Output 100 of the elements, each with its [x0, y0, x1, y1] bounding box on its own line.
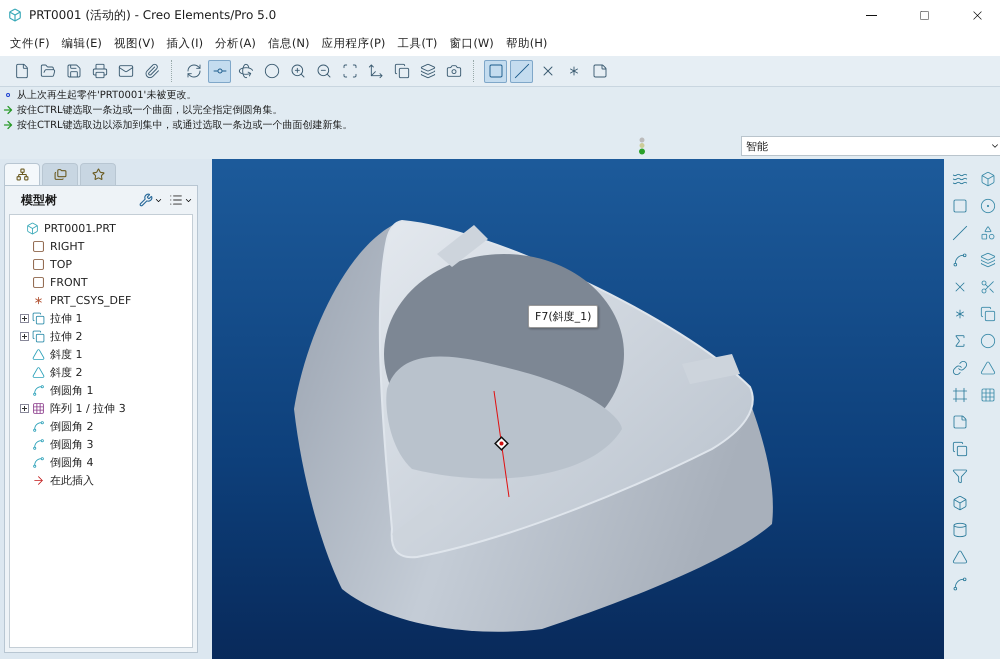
menu-item[interactable]: 帮助(H) — [500, 34, 554, 52]
axes-icon — [368, 63, 384, 79]
round-icon — [32, 456, 45, 468]
sphere-button[interactable] — [978, 331, 998, 351]
tree-item[interactable]: 拉伸 2 — [48, 328, 84, 344]
draft-icon — [952, 549, 968, 565]
menu-item[interactable]: 视图(V) — [108, 34, 161, 52]
pages-icon — [394, 63, 410, 79]
arrow-icon — [32, 474, 45, 486]
round-icon — [32, 384, 45, 396]
plane-display-button[interactable] — [484, 60, 507, 82]
draft-icon — [32, 348, 45, 360]
axis-display-button[interactable] — [510, 60, 533, 82]
funnel-icon — [952, 468, 968, 484]
plane-icon — [32, 276, 45, 288]
spline-icon — [952, 252, 968, 268]
sphere-icon — [264, 63, 280, 79]
arrow-icon — [2, 119, 14, 131]
panel-tab[interactable] — [42, 163, 78, 185]
paperclip-icon — [144, 63, 160, 79]
plane-icon — [488, 63, 504, 79]
round-icon — [32, 438, 45, 450]
folders-icon — [54, 168, 66, 181]
menu-item[interactable]: 编辑(E) — [56, 34, 108, 52]
expand-toggle[interactable] — [20, 404, 29, 412]
round-icon — [32, 420, 45, 432]
axis-icon — [952, 225, 968, 241]
axis-icon — [514, 63, 530, 79]
list-icon — [169, 193, 183, 207]
message-text: 按住CTRL键选取边以添加到集中，或通过选取一条边或一个曲面创建新集。 — [17, 118, 353, 132]
menu-item[interactable]: 工具(T) — [391, 34, 444, 52]
message-text: 按住CTRL键选取一条边或一个曲面，以完全指定倒圆角集。 — [17, 104, 283, 117]
surface-icon — [980, 252, 996, 268]
envelope-icon — [118, 63, 134, 79]
refresh-icon — [186, 63, 202, 79]
tree-item[interactable]: PRT0001.PRT — [42, 222, 118, 234]
tree-item[interactable]: 倒圆角 3 — [48, 436, 96, 452]
axis-button[interactable] — [950, 223, 970, 243]
pages-button[interactable] — [950, 439, 970, 459]
zoom-in-icon — [290, 63, 306, 79]
frame-icon — [342, 63, 358, 79]
tree-item[interactable]: 斜度 2 — [48, 364, 84, 380]
menu-item[interactable]: 文件(F) — [4, 34, 56, 52]
tree-item[interactable]: 拉伸 1 — [48, 310, 84, 326]
tree-item[interactable]: PRT_CSYS_DEF — [48, 294, 134, 306]
settings-button[interactable] — [139, 193, 163, 207]
message-text: 从上次再生起零件'PRT0001'未被更改。 — [17, 88, 196, 102]
draft-icon — [32, 366, 45, 378]
triangle-icon — [980, 360, 996, 376]
camera-icon — [446, 63, 462, 79]
zoom-out-icon — [316, 63, 332, 79]
tree-item[interactable]: RIGHT — [48, 240, 86, 252]
printer-icon — [92, 63, 108, 79]
panel-tab[interactable] — [80, 163, 116, 185]
show-button[interactable] — [169, 193, 193, 207]
grid-icon — [980, 387, 996, 403]
menu-item[interactable]: 信息(N) — [262, 34, 316, 52]
expand-toggle[interactable] — [20, 314, 29, 322]
app-icon — [8, 8, 22, 22]
target-icon — [980, 198, 996, 214]
menu-item[interactable]: 应用程序(P) — [315, 34, 392, 52]
tree-icon — [16, 168, 28, 181]
tools-icon — [139, 193, 153, 207]
surface-button[interactable] — [978, 250, 998, 270]
tree-item[interactable]: FRONT — [48, 276, 90, 288]
panel-tab[interactable] — [4, 163, 40, 185]
maximize-icon — [918, 10, 930, 20]
tree-item[interactable]: 倒圆角 4 — [48, 454, 96, 470]
cube-icon — [980, 171, 996, 187]
folder-icon — [40, 63, 56, 79]
tree-item[interactable]: TOP — [48, 258, 74, 270]
tree-item[interactable]: 阵列 1 / 拉伸 3 — [48, 400, 128, 416]
tree-item[interactable]: 倒圆角 1 — [48, 382, 96, 398]
expand-toggle[interactable] — [20, 332, 29, 340]
plane-icon — [952, 198, 968, 214]
part-icon — [26, 222, 39, 234]
tree-item[interactable]: 在此插入 — [48, 472, 96, 488]
menu-item[interactable]: 窗口(W) — [443, 34, 500, 52]
star-icon — [92, 168, 104, 181]
plane-icon — [32, 240, 45, 252]
menu-item[interactable]: 分析(A) — [209, 34, 262, 52]
minimize-icon — [866, 14, 876, 16]
curve-icon — [952, 171, 968, 187]
graphics-viewport[interactable]: F7(斜度_1) — [212, 159, 944, 659]
menu-item[interactable]: 插入(I) — [160, 34, 210, 52]
spin-center-button[interactable] — [208, 60, 231, 82]
layers-icon — [420, 63, 436, 79]
chain-button[interactable] — [950, 358, 970, 378]
chain-icon — [952, 360, 968, 376]
trim-icon — [980, 279, 996, 295]
traffic-light-icon — [638, 137, 646, 155]
shapes-icon — [980, 225, 996, 241]
tree-item[interactable]: 斜度 1 — [48, 346, 84, 362]
tooltip: F7(斜度_1) — [528, 305, 598, 328]
document-icon — [14, 63, 30, 79]
tree-item[interactable]: 倒圆角 2 — [48, 418, 96, 434]
sphere-icon — [980, 333, 996, 349]
panel-title: 模型树 — [21, 192, 58, 208]
filter-dropdown[interactable]: 智能 — [741, 136, 1000, 156]
target-button[interactable] — [978, 196, 998, 216]
